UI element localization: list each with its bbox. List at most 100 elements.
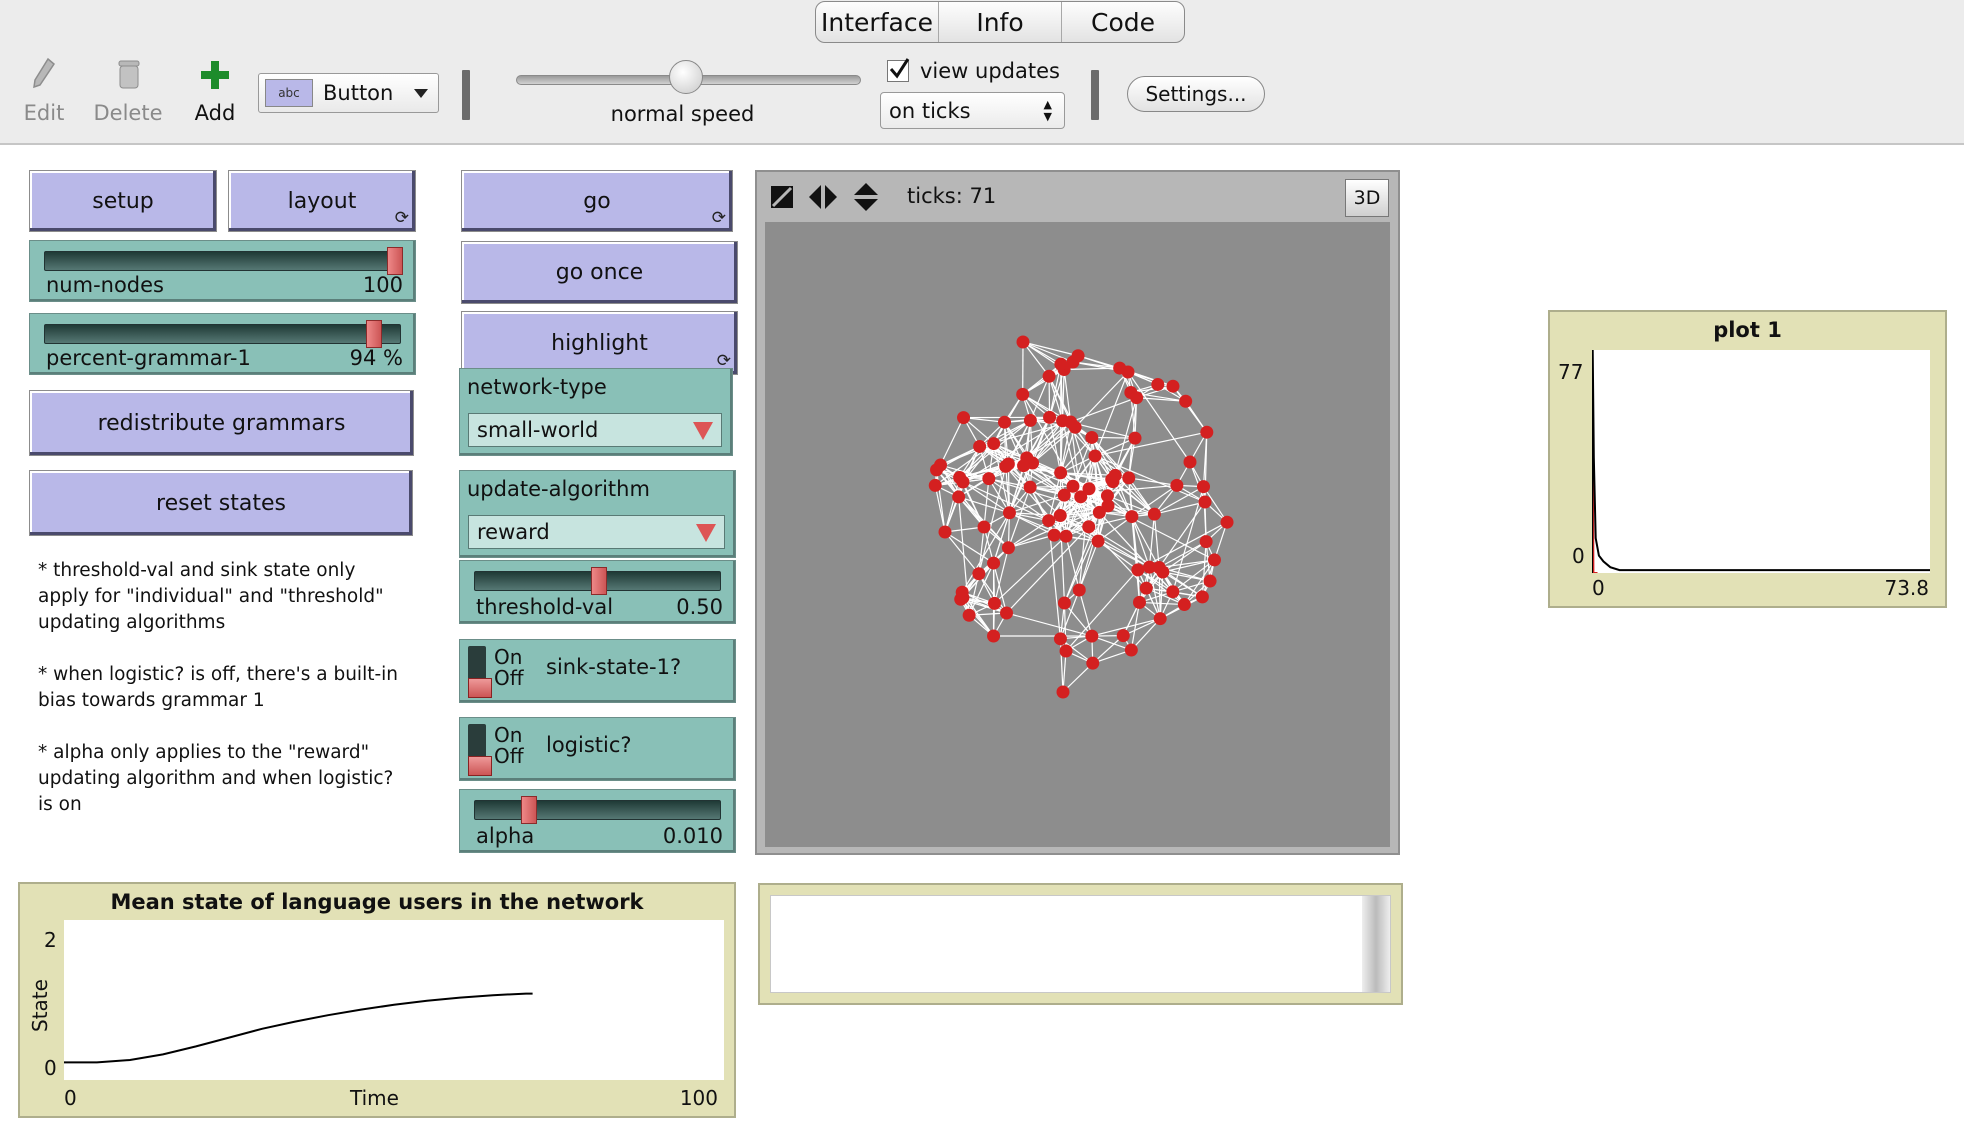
network-node[interactable] (997, 415, 1011, 429)
num-nodes-slider[interactable]: num-nodes 100 (29, 240, 416, 302)
switch-nub[interactable] (468, 678, 492, 698)
network-node[interactable] (1001, 457, 1015, 471)
network-node[interactable] (1116, 629, 1130, 643)
network-node[interactable] (1085, 430, 1099, 444)
delete-button[interactable]: Delete (92, 55, 164, 125)
network-node[interactable] (1091, 534, 1105, 548)
network-node[interactable] (977, 520, 991, 534)
settings-button[interactable]: Settings... (1127, 76, 1265, 112)
network-node[interactable] (1199, 535, 1213, 549)
highlight-button[interactable]: highlight ⟳ (461, 311, 738, 375)
network-node[interactable] (1166, 379, 1180, 393)
network-node[interactable] (955, 585, 969, 599)
network-node[interactable] (1047, 528, 1061, 542)
alpha-slider[interactable]: alpha 0.010 (459, 789, 736, 853)
3d-button[interactable]: 3D (1345, 179, 1389, 217)
slider-knob[interactable] (521, 796, 537, 824)
network-node[interactable] (1016, 387, 1030, 401)
network-node[interactable] (1220, 515, 1234, 529)
network-node[interactable] (928, 478, 942, 492)
tab-code[interactable]: Code (1062, 2, 1184, 42)
network-node[interactable] (1142, 560, 1156, 574)
network-node[interactable] (988, 596, 1002, 610)
network-node[interactable] (1056, 685, 1070, 699)
network-node[interactable] (987, 556, 1001, 570)
redistribute-grammars-button[interactable]: redistribute grammars (29, 390, 414, 456)
network-node[interactable] (1183, 455, 1197, 469)
network-node[interactable] (1197, 480, 1211, 494)
tab-interface[interactable]: Interface (816, 2, 939, 42)
network-node[interactable] (1000, 606, 1014, 620)
network-node[interactable] (987, 437, 1001, 451)
network-node[interactable] (1059, 644, 1073, 658)
network-node[interactable] (1057, 596, 1071, 610)
network-node[interactable] (1128, 431, 1142, 445)
network-node[interactable] (1053, 508, 1067, 522)
go-button[interactable]: go ⟳ (461, 170, 733, 232)
network-node[interactable] (1113, 361, 1127, 375)
edit-button[interactable]: Edit (18, 55, 70, 125)
network-node[interactable] (1074, 490, 1088, 504)
network-node[interactable] (1147, 507, 1161, 521)
setup-button[interactable]: setup (29, 170, 217, 232)
switch-nub[interactable] (468, 756, 492, 776)
network-node[interactable] (987, 629, 1001, 643)
network-node[interactable] (1088, 449, 1102, 463)
go-once-button[interactable]: go once (461, 241, 738, 304)
network-node[interactable] (1016, 335, 1030, 349)
slider-knob[interactable] (366, 320, 382, 348)
network-node[interactable] (1001, 541, 1015, 555)
network-node[interactable] (1042, 514, 1056, 528)
network-node[interactable] (1072, 583, 1086, 597)
network-node[interactable] (1101, 499, 1115, 513)
view-control-icons[interactable] (769, 180, 879, 216)
network-node[interactable] (972, 567, 986, 581)
sink-state-1-switch[interactable]: On Off sink-state-1? (459, 639, 736, 703)
tab-info[interactable]: Info (939, 2, 1062, 42)
slider-knob[interactable] (591, 567, 607, 595)
network-node[interactable] (982, 472, 996, 486)
percent-grammar-1-slider[interactable]: percent-grammar-1 94 % (29, 313, 416, 375)
network-node[interactable] (957, 411, 971, 425)
chooser-select[interactable]: small-world (468, 413, 722, 447)
network-node[interactable] (1082, 520, 1096, 534)
network-node[interactable] (1151, 377, 1165, 391)
network-node[interactable] (1108, 468, 1122, 482)
network-node[interactable] (1125, 510, 1139, 524)
logistic-switch[interactable]: On Off logistic? (459, 717, 736, 781)
network-node[interactable] (1023, 480, 1037, 494)
add-button[interactable]: Add (186, 55, 244, 125)
network-node[interactable] (1131, 563, 1145, 577)
network-node[interactable] (1195, 590, 1209, 604)
view-updates-checkbox[interactable] (887, 58, 910, 82)
network-node[interactable] (1207, 553, 1221, 567)
network-node[interactable] (1023, 413, 1037, 427)
widget-type-select[interactable]: abc Button (258, 73, 439, 113)
network-node[interactable] (952, 490, 966, 504)
network-node[interactable] (1053, 632, 1067, 646)
network-node[interactable] (1059, 529, 1073, 543)
network-node[interactable] (973, 439, 987, 453)
network-node[interactable] (1200, 425, 1214, 439)
update-algorithm-chooser[interactable]: update-algorithm reward (459, 470, 736, 558)
network-node[interactable] (1020, 451, 1034, 465)
network-node[interactable] (938, 525, 952, 539)
reset-states-button[interactable]: reset states (29, 470, 413, 536)
network-node[interactable] (1170, 478, 1184, 492)
threshold-val-slider[interactable]: threshold-val 0.50 (459, 560, 736, 624)
network-node[interactable] (1177, 598, 1191, 612)
network-type-chooser[interactable]: network-type small-world (459, 368, 733, 456)
network-node[interactable] (930, 463, 944, 477)
network-node[interactable] (1066, 479, 1080, 493)
network-node[interactable] (1166, 585, 1180, 599)
network-node[interactable] (1002, 506, 1016, 520)
network-node[interactable] (1085, 629, 1099, 643)
network-node[interactable] (1042, 369, 1056, 383)
network-world[interactable] (765, 222, 1390, 847)
network-node[interactable] (1179, 394, 1193, 408)
network-node[interactable] (1068, 420, 1082, 434)
network-node[interactable] (1132, 595, 1146, 609)
network-node[interactable] (1071, 349, 1085, 363)
network-node[interactable] (1130, 391, 1144, 405)
speed-slider-knob[interactable] (669, 60, 703, 94)
